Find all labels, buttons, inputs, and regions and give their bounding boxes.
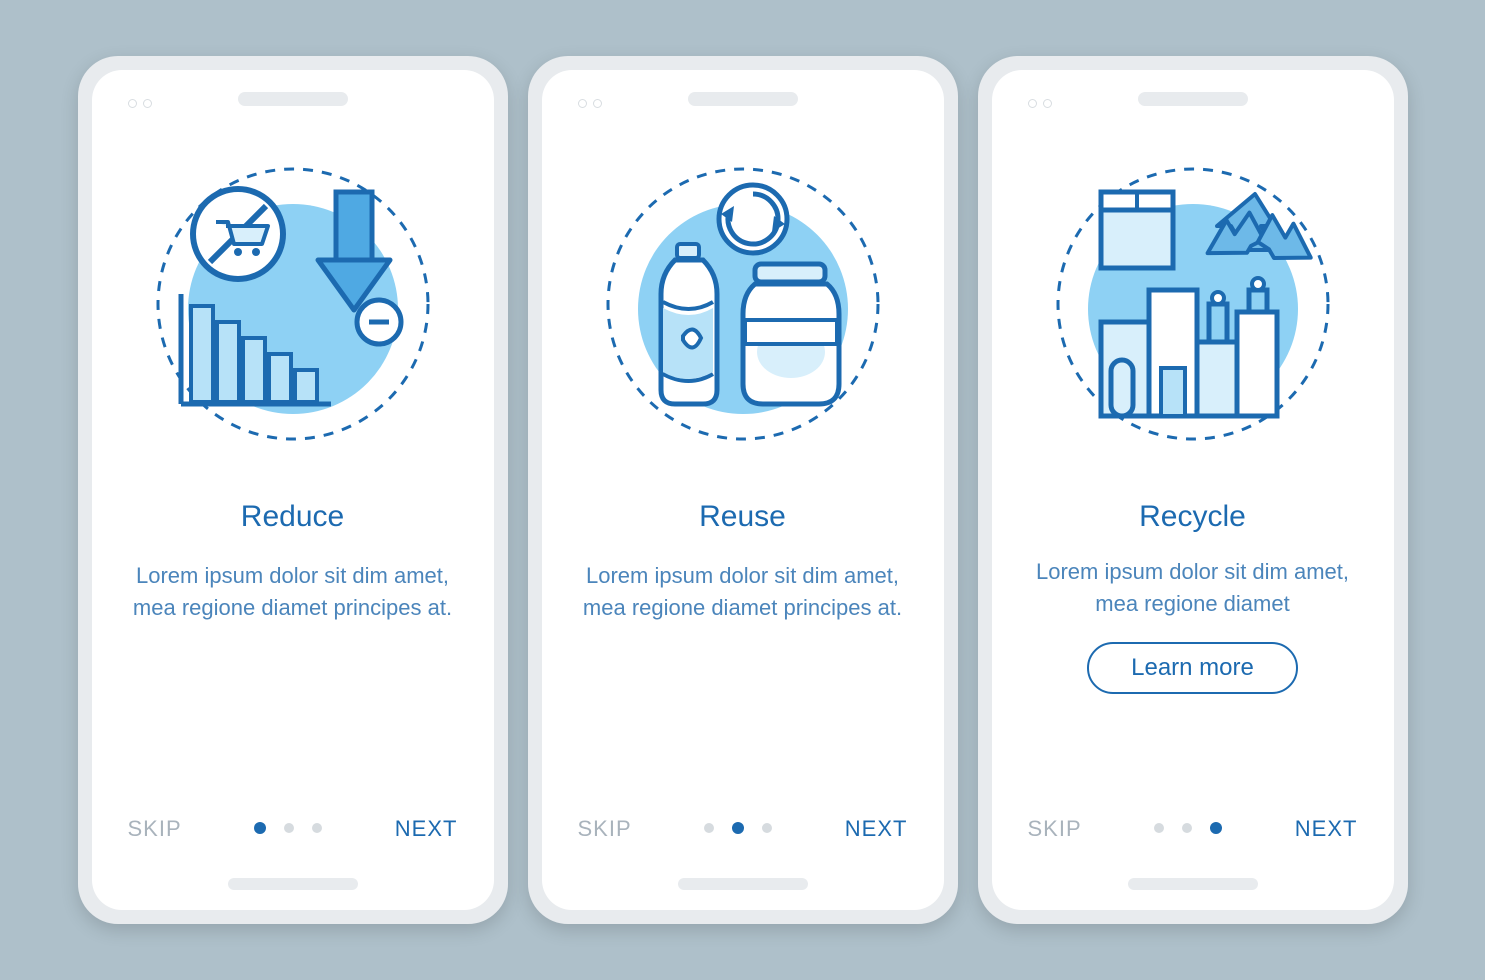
screen-description: Lorem ipsum dolor sit dim amet, mea regi… [123, 560, 463, 624]
onboarding-screen-2: Reuse Lorem ipsum dolor sit dim amet, me… [542, 70, 944, 910]
footer-nav: SKIP NEXT [992, 816, 1394, 842]
notch-row [120, 92, 466, 106]
footer-nav: SKIP NEXT [92, 816, 494, 842]
skip-button[interactable]: SKIP [1028, 816, 1082, 842]
reuse-icon [593, 154, 893, 454]
learn-more-button[interactable]: Learn more [1087, 642, 1298, 694]
home-indicator [678, 878, 808, 890]
phone-mockup: Recycle Lorem ipsum dolor sit dim amet, … [978, 56, 1408, 924]
pager-dot[interactable] [704, 823, 714, 833]
speaker-slot [688, 92, 798, 106]
camera-dots [128, 99, 152, 108]
camera-dots [1028, 99, 1052, 108]
skip-button[interactable]: SKIP [128, 816, 182, 842]
page-indicator [1154, 823, 1222, 835]
speaker-slot [238, 92, 348, 106]
recycle-icon [1043, 154, 1343, 454]
screen-description: Lorem ipsum dolor sit dim amet, mea regi… [1023, 556, 1363, 620]
home-indicator [228, 878, 358, 890]
phone-mockup: Reuse Lorem ipsum dolor sit dim amet, me… [528, 56, 958, 924]
next-button[interactable]: NEXT [1295, 816, 1358, 842]
next-button[interactable]: NEXT [395, 816, 458, 842]
pager-dot[interactable] [1210, 822, 1222, 834]
pager-dot[interactable] [1182, 823, 1192, 833]
reduce-icon [143, 154, 443, 454]
screen-title: Reduce [241, 500, 344, 534]
phone-mockup: Reduce Lorem ipsum dolor sit dim amet, m… [78, 56, 508, 924]
pager-dot[interactable] [312, 823, 322, 833]
home-indicator [1128, 878, 1258, 890]
pager-dot[interactable] [762, 823, 772, 833]
screen-title: Recycle [1139, 500, 1246, 534]
reduce-illustration [143, 154, 443, 454]
pager-dot[interactable] [732, 822, 744, 834]
page-indicator [254, 823, 322, 835]
pager-dot[interactable] [1154, 823, 1164, 833]
onboarding-screen-3: Recycle Lorem ipsum dolor sit dim amet, … [992, 70, 1394, 910]
reuse-illustration [593, 154, 893, 454]
footer-nav: SKIP NEXT [542, 816, 944, 842]
screen-title: Reuse [699, 500, 786, 534]
notch-row [1020, 92, 1366, 106]
skip-button[interactable]: SKIP [578, 816, 632, 842]
page-indicator [704, 823, 772, 835]
recycle-illustration [1043, 154, 1343, 454]
notch-row [570, 92, 916, 106]
speaker-slot [1138, 92, 1248, 106]
onboarding-screen-1: Reduce Lorem ipsum dolor sit dim amet, m… [92, 70, 494, 910]
pager-dot[interactable] [254, 822, 266, 834]
pager-dot[interactable] [284, 823, 294, 833]
camera-dots [578, 99, 602, 108]
screen-description: Lorem ipsum dolor sit dim amet, mea regi… [573, 560, 913, 624]
next-button[interactable]: NEXT [845, 816, 908, 842]
